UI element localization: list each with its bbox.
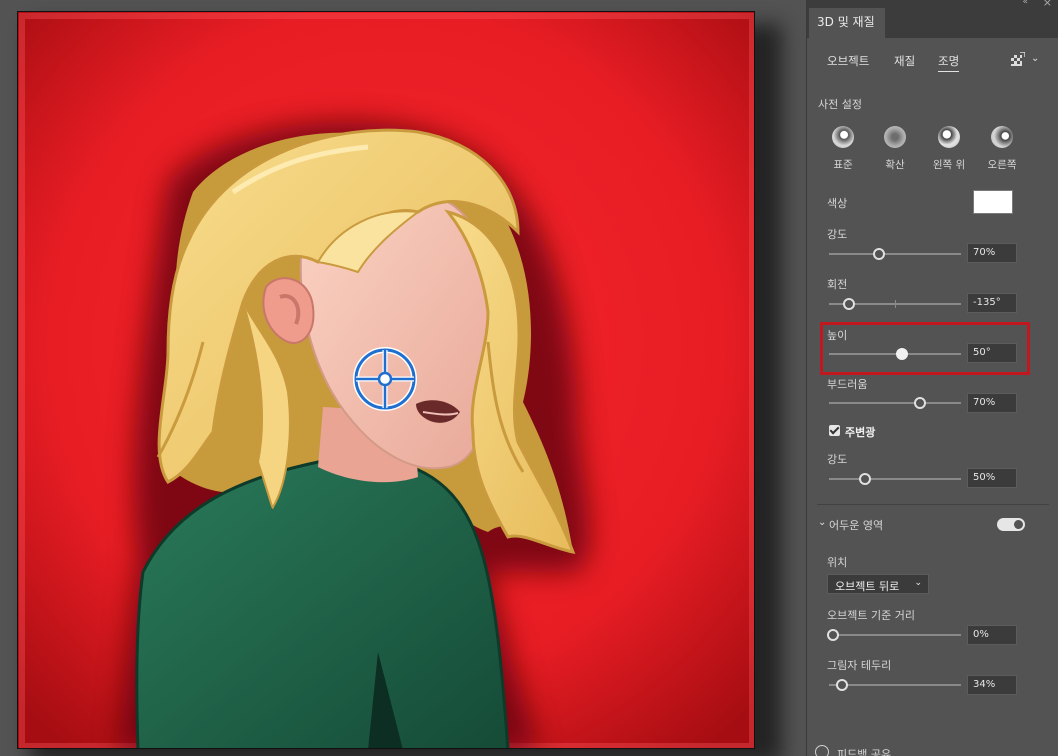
preset-diffuse-label: 확산: [885, 159, 905, 171]
intensity-label: 강도: [827, 228, 848, 241]
preset-top-left-label: 왼쪽 위: [932, 159, 966, 171]
rotation-slider-knob[interactable]: [842, 298, 855, 310]
ambient-light-label: 주변광: [845, 426, 876, 439]
presets-label: 사전 설정: [818, 98, 862, 111]
softness-label: 부드러움: [827, 378, 868, 391]
rotation-value-field[interactable]: -135°: [967, 293, 1017, 313]
3d-materials-panel: « × 3D 및 재질 오브젝트 재질 조명 ⌄ 사전 설정 표준 확산 왼쪽 …: [806, 0, 1058, 756]
light-color-swatch[interactable]: [973, 190, 1013, 214]
shadow-section-chevron-icon[interactable]: ⌄: [818, 517, 826, 528]
preset-standard-label: 표준: [833, 159, 853, 171]
tab-object[interactable]: 오브젝트: [827, 53, 869, 69]
preset-top-left[interactable]: 왼쪽 위: [919, 126, 979, 172]
shadow-position-label: 위치: [827, 556, 848, 569]
shadow-boundary-slider-track[interactable]: [829, 679, 961, 691]
shadow-position-select[interactable]: 오브젝트 뒤로 ⌄: [827, 574, 929, 594]
height-value-field[interactable]: 50°: [967, 343, 1017, 363]
light-position-handle-icon[interactable]: [352, 346, 418, 412]
ambient-intensity-slider-track[interactable]: [829, 473, 961, 485]
feedback-label[interactable]: 피드백 공유: [837, 746, 891, 756]
subtabs: 오브젝트 재질 조명 ⌄: [807, 50, 1058, 72]
preset-diffuse[interactable]: 확산: [865, 126, 925, 172]
ambient-intensity-label: 강도: [827, 453, 848, 466]
height-slider-track[interactable]: [829, 348, 961, 360]
panel-tab-bar: 3D 및 재질: [807, 8, 1058, 38]
rotation-slider-track[interactable]: [829, 298, 961, 310]
intensity-value-field[interactable]: 70%: [967, 243, 1017, 263]
rotation-label: 회전: [827, 278, 848, 291]
distance-slider-track[interactable]: [826, 629, 961, 641]
tab-material[interactable]: 재질: [894, 53, 915, 69]
distance-slider-knob[interactable]: [826, 629, 839, 641]
distance-value-field[interactable]: 0%: [967, 625, 1017, 645]
render-icon[interactable]: [1011, 52, 1025, 66]
shadow-toggle[interactable]: [997, 518, 1025, 531]
standard-light-icon: [832, 126, 854, 148]
shadow-boundary-slider-knob[interactable]: [836, 679, 849, 691]
ambient-light-checkbox[interactable]: [829, 425, 840, 436]
intensity-slider-track[interactable]: [829, 248, 961, 260]
height-slider-knob[interactable]: [895, 348, 908, 360]
tab-lighting[interactable]: 조명: [938, 53, 960, 72]
chevron-down-icon: ⌄: [914, 578, 922, 588]
shadow-position-value: 오브젝트 뒤로: [835, 580, 900, 593]
shadow-boundary-value-field[interactable]: 34%: [967, 675, 1017, 695]
softness-slider-knob[interactable]: [914, 397, 927, 409]
intensity-slider-knob[interactable]: [873, 248, 886, 260]
ambient-intensity-slider-knob[interactable]: [858, 473, 871, 485]
canvas-area[interactable]: [0, 0, 806, 756]
collapse-panel-icon[interactable]: «: [1022, 0, 1028, 7]
height-label: 높이: [827, 329, 848, 342]
preset-standard[interactable]: 표준: [813, 126, 873, 172]
softness-slider-track[interactable]: [829, 397, 961, 409]
diffuse-light-icon: [884, 126, 906, 148]
shadow-boundary-label: 그림자 테두리: [827, 659, 892, 672]
preset-right-label: 오른쪽: [987, 159, 1017, 171]
rotation-center-tick: [895, 300, 896, 308]
top-left-light-icon: [938, 126, 960, 148]
section-divider: [817, 504, 1049, 505]
shadow-section-label: 어두운 영역: [829, 519, 884, 532]
color-label: 색상: [827, 197, 848, 210]
softness-value-field[interactable]: 70%: [967, 393, 1017, 413]
distance-label: 오브젝트 기준 거리: [827, 609, 915, 622]
preset-right[interactable]: 오른쪽: [972, 126, 1032, 172]
render-options-chevron-icon[interactable]: ⌄: [1031, 53, 1039, 64]
panel-tab-3d-materials[interactable]: 3D 및 재질: [809, 8, 885, 38]
ambient-intensity-value-field[interactable]: 50%: [967, 468, 1017, 488]
right-light-icon: [991, 126, 1013, 148]
feedback-icon[interactable]: [815, 745, 829, 756]
panel-top-bar: « ×: [807, 0, 1058, 9]
